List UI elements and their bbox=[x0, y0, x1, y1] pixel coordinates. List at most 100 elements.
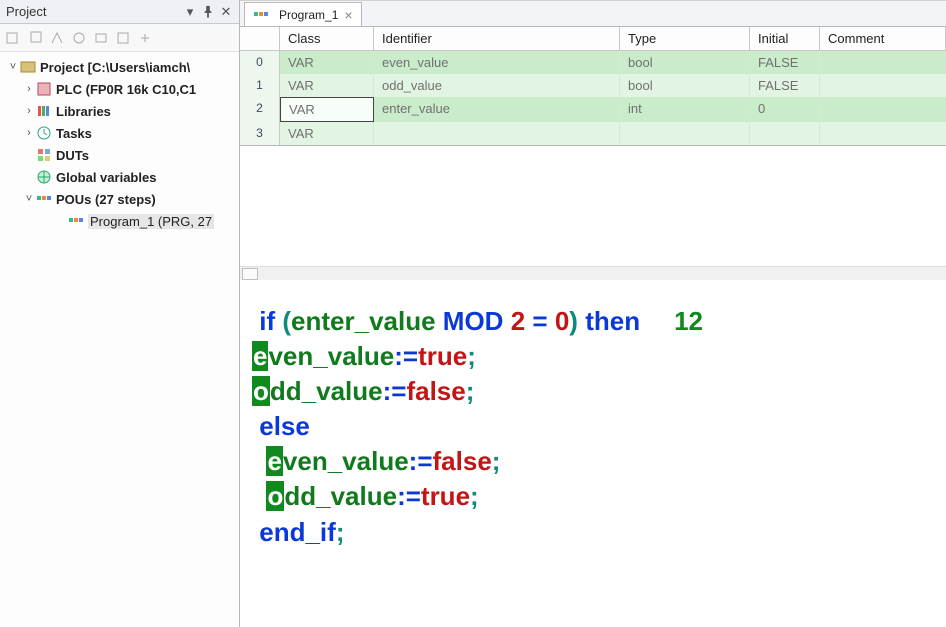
variable-grid[interactable]: Class Identifier Type Initial Comment 0 … bbox=[240, 27, 946, 146]
code-line[interactable]: even_value:=false; bbox=[252, 444, 934, 479]
table-row[interactable]: 3 VAR bbox=[240, 122, 946, 145]
plc-icon bbox=[36, 81, 52, 97]
lit-false: false bbox=[433, 446, 492, 476]
cell-class[interactable]: VAR bbox=[280, 97, 374, 122]
sidebar-toolbar bbox=[0, 24, 239, 52]
cell-class[interactable]: VAR bbox=[280, 122, 374, 145]
tree-project-root[interactable]: ˅ Project [C:\Users\iamch\ bbox=[2, 56, 237, 78]
tree-plc[interactable]: › PLC (FP0R 16k C10,C1 bbox=[2, 78, 237, 100]
expand-icon[interactable]: › bbox=[22, 83, 36, 95]
cell-class[interactable]: VAR bbox=[280, 74, 374, 97]
cursor-hl: o bbox=[252, 376, 270, 406]
var-even-value: ven_value bbox=[283, 446, 409, 476]
kw-then: then bbox=[585, 306, 640, 336]
expand-icon[interactable]: › bbox=[22, 105, 36, 117]
tree-libraries[interactable]: › Libraries bbox=[2, 100, 237, 122]
tree-plc-label: PLC (FP0R 16k C10,C1 bbox=[56, 82, 196, 97]
cell-comment[interactable] bbox=[820, 122, 946, 145]
cell-type[interactable]: int bbox=[620, 97, 750, 122]
libraries-icon bbox=[36, 103, 52, 119]
tree-pous-label: POUs (27 steps) bbox=[56, 192, 156, 207]
cell-initial[interactable] bbox=[750, 122, 820, 145]
cell-comment[interactable] bbox=[820, 97, 946, 122]
table-row[interactable]: 0 VAR even_value bool FALSE bbox=[240, 51, 946, 74]
cursor-hl: e bbox=[266, 446, 282, 476]
program-icon bbox=[253, 7, 269, 23]
cell-comment[interactable] bbox=[820, 74, 946, 97]
col-comment[interactable]: Comment bbox=[820, 27, 946, 50]
tree-globals[interactable]: › Global variables bbox=[2, 166, 237, 188]
semi: ; bbox=[336, 517, 345, 547]
tree-pous[interactable]: ˅ POUs (27 steps) bbox=[2, 188, 237, 210]
cursor-hl: o bbox=[266, 481, 284, 511]
cell-identifier[interactable]: enter_value bbox=[374, 97, 620, 122]
code-editor[interactable]: if (enter_value MOD 2 = 0) then12 even_v… bbox=[240, 280, 946, 558]
col-initial[interactable]: Initial bbox=[750, 27, 820, 50]
var-odd-value: dd_value bbox=[284, 481, 397, 511]
var-even-value: ven_value bbox=[268, 341, 394, 371]
panel-pin-icon[interactable] bbox=[201, 5, 215, 19]
cursor-hl: e bbox=[252, 341, 268, 371]
cell-identifier[interactable]: even_value bbox=[374, 51, 620, 74]
col-identifier[interactable]: Identifier bbox=[374, 27, 620, 50]
code-line[interactable]: end_if; bbox=[252, 515, 934, 550]
tree-program1[interactable]: › Program_1 (PRG, 27 bbox=[2, 210, 237, 232]
tab-label: Program_1 bbox=[279, 8, 338, 22]
expand-icon[interactable]: ˅ bbox=[22, 193, 36, 205]
toolbar-icon-3[interactable] bbox=[48, 29, 66, 47]
pous-icon bbox=[36, 191, 52, 207]
tree-duts[interactable]: › DUTs bbox=[2, 144, 237, 166]
kw-mod: MOD bbox=[443, 306, 504, 336]
editor-area: Program_1 × Class Identifier Type Initia… bbox=[240, 0, 946, 627]
cell-identifier[interactable] bbox=[374, 122, 620, 145]
cell-type[interactable]: bool bbox=[620, 51, 750, 74]
cell-type[interactable] bbox=[620, 122, 750, 145]
toolbar-icon-7[interactable] bbox=[136, 29, 154, 47]
tab-program1[interactable]: Program_1 × bbox=[244, 2, 362, 26]
code-line[interactable]: odd_value:=true; bbox=[252, 479, 934, 514]
cell-initial[interactable]: FALSE bbox=[750, 74, 820, 97]
project-sidebar: Project ▾ ✕ ˅ Project [C:\Users\iamch\ ›… bbox=[0, 0, 240, 627]
col-class[interactable]: Class bbox=[280, 27, 374, 50]
grid-header: Class Identifier Type Initial Comment bbox=[240, 27, 946, 51]
project-tree[interactable]: ˅ Project [C:\Users\iamch\ › PLC (FP0R 1… bbox=[0, 52, 239, 236]
duts-icon bbox=[36, 147, 52, 163]
cell-identifier[interactable]: odd_value bbox=[374, 74, 620, 97]
code-line[interactable]: else bbox=[252, 409, 934, 444]
lit-true: true bbox=[421, 481, 470, 511]
op-assign: := bbox=[383, 376, 407, 406]
toolbar-icon-5[interactable] bbox=[92, 29, 110, 47]
hscroll-bar[interactable] bbox=[240, 266, 946, 280]
cell-type[interactable]: bool bbox=[620, 74, 750, 97]
scroll-left-icon[interactable] bbox=[242, 268, 258, 280]
code-line[interactable]: even_value:=true; bbox=[252, 339, 934, 374]
cell-initial[interactable]: FALSE bbox=[750, 51, 820, 74]
op-assign: := bbox=[409, 446, 433, 476]
toolbar-icon-1[interactable] bbox=[4, 29, 22, 47]
tab-close-icon[interactable]: × bbox=[344, 8, 352, 22]
table-row[interactable]: 1 VAR odd_value bool FALSE bbox=[240, 74, 946, 97]
expand-icon[interactable]: ˅ bbox=[6, 61, 20, 73]
panel-dropdown-icon[interactable]: ▾ bbox=[183, 5, 197, 19]
col-type[interactable]: Type bbox=[620, 27, 750, 50]
lit-2: 2 bbox=[511, 306, 525, 336]
lit-true: true bbox=[418, 341, 467, 371]
expand-icon[interactable]: › bbox=[22, 127, 36, 139]
toolbar-icon-4[interactable] bbox=[70, 29, 88, 47]
project-panel-title: Project bbox=[6, 4, 46, 19]
tree-program-label: Program_1 (PRG, 27 bbox=[88, 214, 214, 229]
code-line[interactable]: if (enter_value MOD 2 = 0) then12 bbox=[252, 304, 934, 339]
paren-open: ( bbox=[282, 306, 291, 336]
tree-duts-label: DUTs bbox=[56, 148, 89, 163]
cell-comment[interactable] bbox=[820, 51, 946, 74]
code-line[interactable]: odd_value:=false; bbox=[252, 374, 934, 409]
cell-class[interactable]: VAR bbox=[280, 51, 374, 74]
project-icon bbox=[20, 59, 36, 75]
tree-tasks[interactable]: › Tasks bbox=[2, 122, 237, 144]
cell-initial[interactable]: 0 bbox=[750, 97, 820, 122]
table-row[interactable]: 2 VAR enter_value int 0 bbox=[240, 97, 946, 122]
toolbar-icon-6[interactable] bbox=[114, 29, 132, 47]
panel-close-icon[interactable]: ✕ bbox=[219, 5, 233, 19]
row-index: 0 bbox=[240, 51, 280, 74]
toolbar-icon-2[interactable] bbox=[26, 29, 44, 47]
